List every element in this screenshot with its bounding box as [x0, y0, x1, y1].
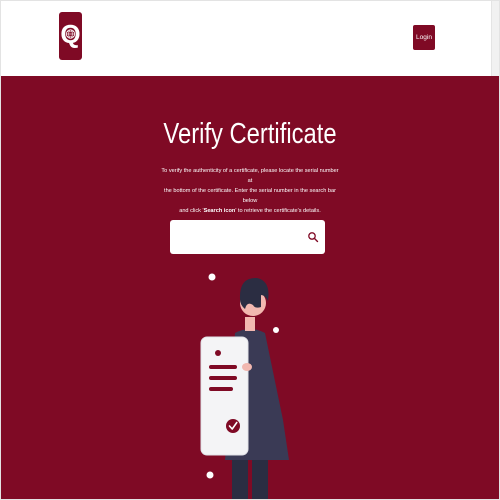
instructions-line-2: the bottom of the certificate. Enter the… — [164, 188, 336, 204]
company-logo[interactable]: Q — [59, 12, 82, 60]
checkmark-badge-icon — [226, 419, 240, 433]
decor-dot — [208, 273, 216, 281]
search-bar — [170, 220, 325, 254]
instructions-text: To verify the authenticity of a certific… — [160, 166, 340, 216]
decor-dot — [206, 471, 214, 479]
instructions-line-3-end: ' to retrieve the certificate's details. — [235, 208, 321, 214]
q-globe-logo-icon: Q — [59, 12, 82, 60]
person-holding-certificate-illustration — [200, 273, 289, 500]
search-icon[interactable] — [307, 231, 319, 243]
page-title: Verify Certificate — [163, 118, 337, 150]
serial-number-input[interactable] — [176, 226, 305, 250]
scrollbar-track[interactable] — [491, 0, 500, 76]
instructions-line-3-start: and click ' — [179, 208, 204, 214]
site-header: Q Login — [0, 0, 500, 76]
decor-dot — [273, 327, 279, 333]
login-button[interactable]: Login — [413, 25, 435, 50]
instructions-emphasis: Search icon — [203, 208, 236, 214]
instructions-line-1: To verify the authenticity of a certific… — [161, 168, 339, 184]
